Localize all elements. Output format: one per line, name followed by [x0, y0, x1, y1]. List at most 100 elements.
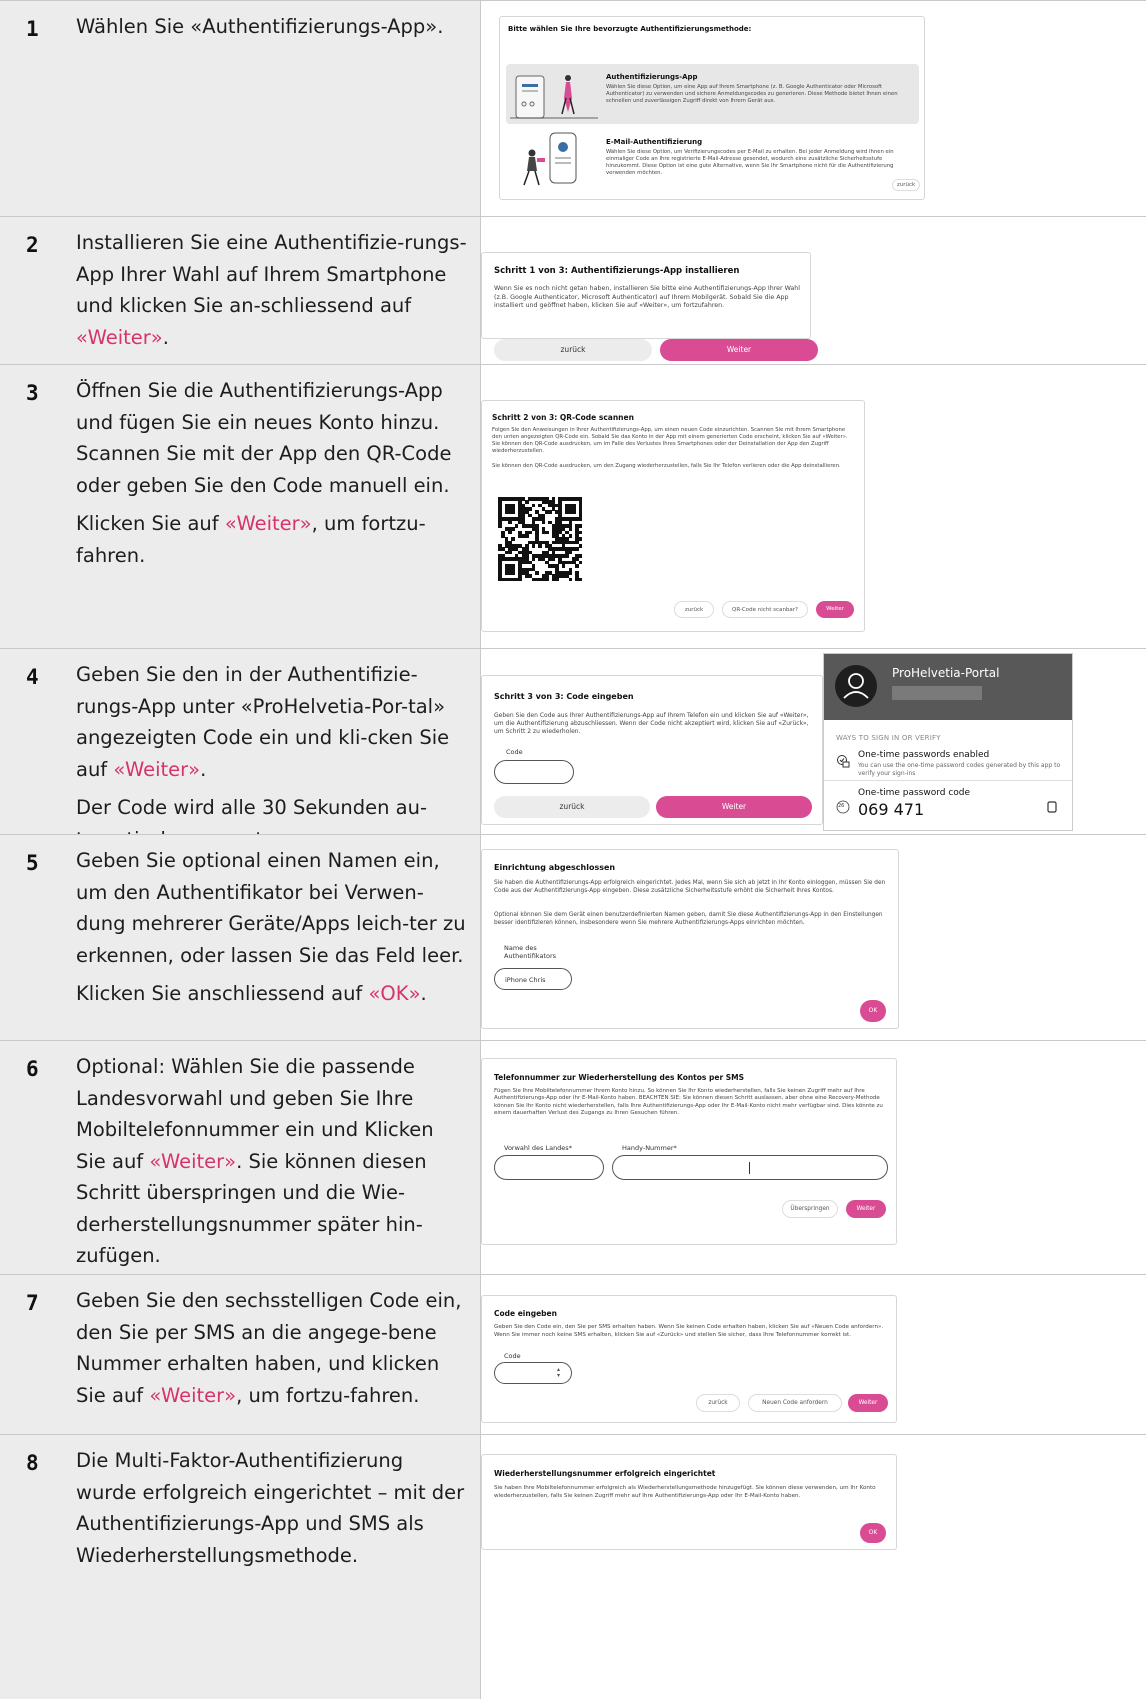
next-button[interactable]: Weiter [846, 1200, 886, 1218]
back-button[interactable]: zurück [892, 179, 920, 191]
step-text-segment: Installieren Sie eine Authentifizie-rung… [76, 231, 467, 317]
qr-module [578, 537, 583, 541]
step-paragraph: Klicken Sie auf «Weiter», um fortzu-fahr… [76, 508, 468, 571]
shot-heading: Telefonnummer zur Wiederherstellung des … [494, 1073, 745, 1082]
step-text: Optional: Wählen Sie die passende Landes… [76, 1051, 468, 1279]
step-paragraph: Klicken Sie anschliessend auf «OK». [76, 978, 468, 1010]
copy-icon[interactable] [1046, 800, 1058, 814]
back-button[interactable]: zurück [494, 339, 652, 361]
shot-heading: Code eingeben [494, 1309, 557, 1318]
qr-module [511, 527, 516, 531]
shot-text: Fügen Sie Ihre Mobiltelefonnummer Ihrem … [494, 1088, 883, 1116]
inline-action-link: «Weiter» [76, 325, 163, 349]
qr-module [528, 507, 532, 511]
step-text-segment: . [420, 982, 427, 1005]
phone-number-label: Handy-Nummer* [622, 1144, 677, 1152]
authenticator-app-screenshot: ProHelvetia-Portal WAYS TO SIGN IN OR VE… [823, 653, 1073, 831]
inline-action-link: «Weiter» [149, 1149, 237, 1173]
qr-module [518, 577, 522, 582]
step-number: 1 [26, 17, 39, 41]
account-name: ProHelvetia-Portal [892, 666, 1000, 680]
qr-module [531, 503, 536, 508]
shot-heading: Schritt 1 von 3: Authentifizierungs-App … [494, 266, 740, 276]
next-button[interactable]: Weiter [660, 339, 818, 361]
skip-button[interactable]: Überspringen [782, 1200, 838, 1218]
stepper-icon[interactable]: ▴ ▾ [557, 1367, 560, 1379]
step-row-8: 8 Die Multi-Faktor-Authentifizierung wur… [0, 1434, 1146, 1699]
option-app-card[interactable]: Authentifizierungs-App Wählen Sie diese … [506, 64, 919, 124]
step-number: 3 [26, 381, 39, 405]
qr-module [565, 554, 569, 558]
option-app-title: Authentifizierungs-App [606, 73, 698, 81]
method-heading: Bitte wählen Sie Ihre bevorzugte Authent… [508, 25, 752, 33]
otp-enabled-desc: You can use the one-time password codes … [858, 762, 1061, 777]
name-input[interactable]: iPhone Chris [494, 968, 572, 990]
qr-module [508, 520, 512, 525]
sms-code-input[interactable]: ▴ ▾ [494, 1362, 572, 1384]
back-button[interactable]: zurück [674, 601, 714, 618]
install-app-screenshot: Schritt 1 von 3: Authentifizierungs-App … [481, 252, 818, 361]
step-number: 5 [26, 851, 39, 875]
ok-button[interactable]: OK [860, 1000, 886, 1022]
otp-enabled-title: One-time passwords enabled [858, 750, 990, 760]
qr-module [578, 560, 583, 565]
ok-button[interactable]: OK [860, 1523, 886, 1543]
method-selection-screenshot: Bitte wählen Sie Ihre bevorzugte Authent… [499, 16, 925, 200]
step-row-5: 5 Geben Sie optional einen Namen ein, um… [0, 834, 1146, 1041]
step-text-segment: Die Multi-Faktor-Authentifizierung wurde… [76, 1449, 465, 1567]
qr-module [578, 577, 583, 582]
otp-enabled-icon [837, 755, 850, 768]
divider [824, 780, 1072, 781]
sms-code-screenshot: Code eingeben Geben Sie den Code ein, de… [481, 1295, 897, 1423]
enter-code-screenshot: Schritt 3 von 3: Code eingeben Geben Sie… [481, 675, 823, 825]
step-paragraph: Geben Sie optional einen Namen ein, um d… [76, 845, 468, 971]
qr-module [511, 537, 516, 541]
option-email-desc: Wählen Sie diese Option, um Verifizierun… [606, 149, 894, 176]
otp-code-value: 069 471 [858, 800, 925, 819]
step-text-segment: Öffnen Sie die Authentifizierungs-App un… [76, 379, 452, 497]
user-avatar-icon [835, 665, 877, 707]
qr-module [551, 557, 556, 562]
qr-module [524, 500, 529, 505]
phone-number-input[interactable] [612, 1155, 888, 1180]
step-paragraph: Die Multi-Faktor-Authentifizierung wurde… [76, 1445, 468, 1571]
qr-module [568, 550, 573, 555]
next-button[interactable]: Weiter [816, 601, 854, 618]
back-button[interactable]: zurück [696, 1394, 740, 1412]
country-prefix-select[interactable] [494, 1155, 604, 1180]
qr-module [578, 523, 583, 528]
shot-text: Geben Sie den Code aus Ihrer Authentifiz… [494, 712, 809, 735]
step-row-1: 1 Wählen Sie «Authentifizierungs-App». B… [0, 0, 1146, 217]
step-row-4: 4 Geben Sie den in der Authentifizie-run… [0, 648, 1146, 851]
step-text-segment: Geben Sie optional einen Namen ein, um d… [76, 849, 466, 967]
step-text: Die Multi-Faktor-Authentifizierung wurde… [76, 1445, 468, 1578]
step-row-7: 7 Geben Sie den sechsstelligen Code ein,… [0, 1274, 1146, 1435]
step-paragraph: Geben Sie den sechsstelligen Code ein, d… [76, 1285, 468, 1411]
timer-value: 26 [838, 803, 845, 809]
inline-action-link: «Weiter» [149, 1383, 237, 1407]
qr-module [575, 564, 579, 568]
inline-action-link: «Weiter» [113, 757, 201, 781]
email-illustration-icon [523, 132, 577, 186]
qr-not-scannable-button[interactable]: QR-Code nicht scanbar? [722, 601, 808, 618]
next-button[interactable]: Weiter [848, 1394, 888, 1412]
step-paragraph: Wählen Sie «Authentifizierungs-App». [76, 11, 468, 43]
option-email-card[interactable]: E-Mail-Authentifizierung Wählen Sie dies… [506, 129, 919, 189]
country-prefix-label: Vorwahl des Landes* [504, 1144, 572, 1152]
qr-module [524, 533, 529, 538]
qr-module [498, 523, 502, 528]
code-input[interactable] [494, 760, 574, 784]
step-text: Installieren Sie eine Authentifizie-rung… [76, 227, 468, 360]
qr-module [508, 530, 512, 535]
step-text: Öffnen Sie die Authentifizierungs-App un… [76, 375, 468, 578]
step-row-6: 6 Optional: Wählen Sie die passende Land… [0, 1040, 1146, 1275]
otp-code-title: One-time password code [858, 788, 971, 798]
request-new-code-button[interactable]: Neuen Code anfordern [748, 1394, 842, 1412]
shot-text: Sie können den QR-Code ausdrucken, um de… [492, 463, 841, 469]
step-text-segment: . [162, 325, 169, 349]
next-button[interactable]: Weiter [656, 796, 812, 818]
back-button[interactable]: zurück [494, 796, 650, 818]
step-paragraph: Installieren Sie eine Authentifizie-rung… [76, 227, 468, 353]
qr-module [578, 517, 583, 521]
qr-module [578, 544, 583, 548]
